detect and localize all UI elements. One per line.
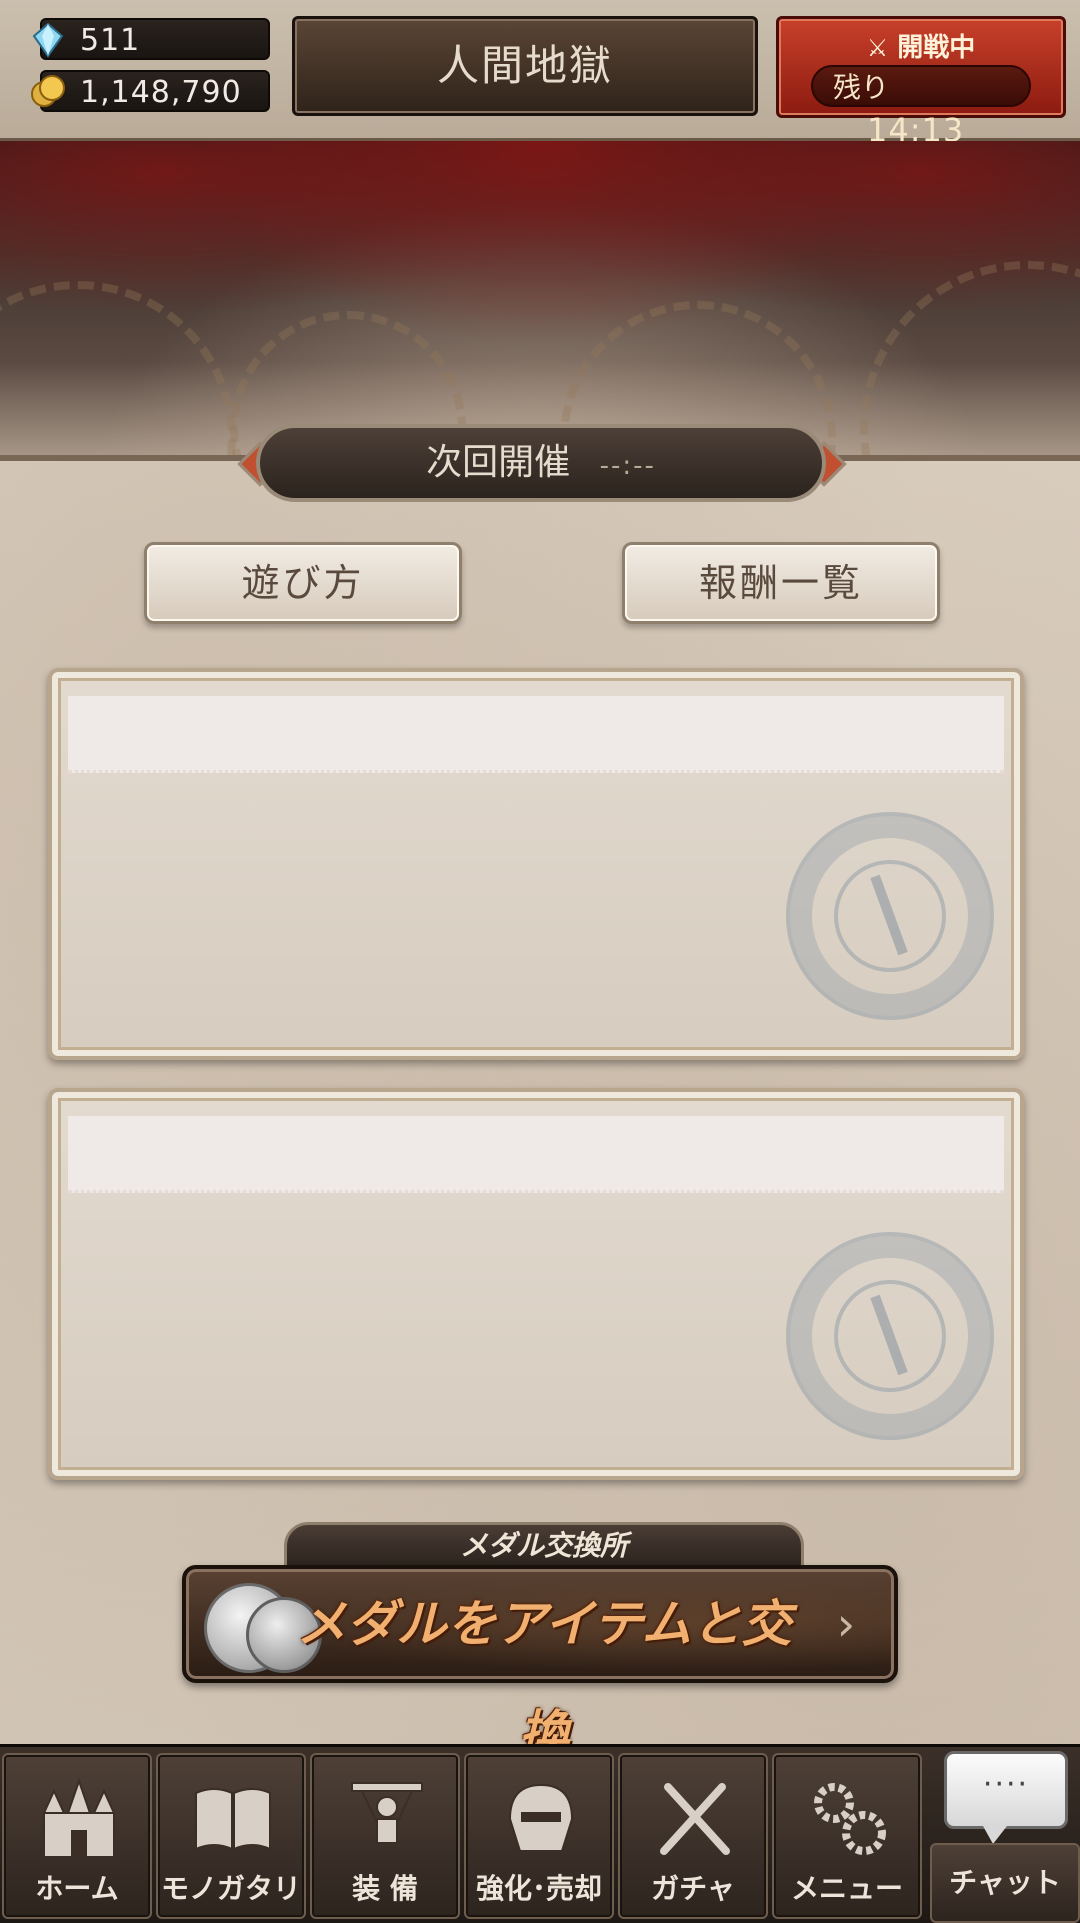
event-banner (0, 141, 1080, 457)
gold-value: 1,148,790 (80, 75, 242, 110)
coin-icon (31, 75, 65, 107)
next-event-plate: 次回開催 --:-- (256, 424, 826, 502)
gold-counter: 1,148,790 (31, 70, 270, 112)
page-title: 人間地獄 (292, 16, 758, 116)
nav-item-gacha[interactable]: ガチャ (618, 1753, 768, 1919)
puppet-icon (351, 1782, 423, 1844)
nav-label: メニュー (790, 1872, 903, 1905)
rewards-list-button[interactable]: 報酬一覧 (622, 542, 940, 624)
chevron-right-icon: › (836, 1597, 856, 1651)
info-panel-1[interactable] (48, 668, 1024, 1060)
bottom-nav: ホーム モノガタリ 装 備 強化･売却 ガチャ メニュー ···· チャット (0, 1744, 1080, 1923)
chat-bubble-icon: ···· (944, 1751, 1068, 1844)
medal-exchange-button-label: メダルをアイテムと交換 (296, 1595, 792, 1763)
gears-icon (814, 1783, 886, 1855)
gear-decoration (0, 281, 236, 457)
gem-icon (32, 22, 64, 58)
gems-counter: 511 (32, 18, 270, 60)
panel-header-strip (68, 696, 1004, 773)
nav-label: 装 備 (352, 1872, 418, 1905)
clock-emblem-icon (786, 812, 994, 1020)
next-event-time: --:-- (599, 451, 656, 481)
castle-icon (42, 1777, 116, 1858)
nav-label: モノガタリ (160, 1872, 301, 1905)
chat-label: チャット (930, 1843, 1080, 1923)
info-panel-2[interactable] (48, 1088, 1024, 1480)
top-bar: 511 1,148,790 人間地獄 ⚔ 開戦中 残り 14:13 (0, 0, 1080, 149)
nav-label: 強化･売却 (475, 1872, 602, 1905)
battle-status: ⚔ 開戦中 (866, 33, 976, 63)
next-event-label: 次回開催 (426, 442, 571, 483)
how-to-play-button[interactable]: 遊び方 (144, 542, 462, 624)
nav-item-equipment[interactable]: 装 備 (310, 1753, 460, 1919)
nav-label: ガチャ (651, 1872, 735, 1905)
nav-item-enhance-sell[interactable]: 強化･売却 (464, 1753, 614, 1919)
crossed-swords-icon: ⚔ (866, 34, 889, 62)
nav-item-story[interactable]: モノガタリ (156, 1753, 306, 1919)
medal-exchange-label: メダル交換所 (284, 1522, 804, 1570)
remaining-label: 残り (833, 71, 890, 104)
remaining-time: 残り 14:13 (811, 65, 1031, 149)
panel-header-strip (68, 1116, 1004, 1193)
nav-item-chat[interactable]: ···· チャット (930, 1747, 1080, 1923)
battle-status-box[interactable]: ⚔ 開戦中 残り 14:13 (776, 16, 1066, 149)
gear-decoration (860, 261, 1080, 457)
medal-exchange-button[interactable]: メダルをアイテムと交換 › (182, 1565, 898, 1763)
crossed-swords-icon (660, 1783, 730, 1855)
nav-item-menu[interactable]: メニュー (772, 1753, 922, 1919)
nav-label: ホーム (35, 1872, 119, 1905)
helmet-icon (508, 1783, 574, 1852)
book-icon (195, 1788, 271, 1851)
clock-emblem-icon (786, 1232, 994, 1440)
nav-item-home[interactable]: ホーム (2, 1753, 152, 1919)
gems-value: 511 (80, 23, 141, 58)
